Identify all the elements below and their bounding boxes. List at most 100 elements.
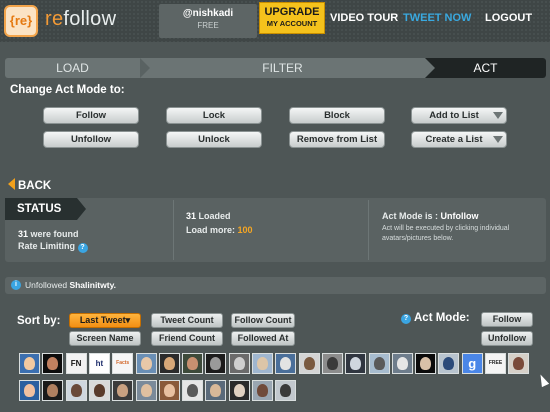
- found-count: 31 were found: [18, 229, 79, 239]
- logo-wordmark[interactable]: refollow: [45, 8, 116, 31]
- video-tour-link[interactable]: VIDEO TOUR: [330, 12, 398, 24]
- avatar-face: [303, 357, 315, 370]
- avatar[interactable]: [368, 353, 390, 374]
- remove-from-list-button[interactable]: Remove from List: [289, 131, 385, 148]
- avatar[interactable]: FN: [65, 353, 87, 374]
- tab-filter[interactable]: FILTER: [150, 58, 415, 78]
- avatar[interactable]: [182, 380, 204, 401]
- avatar[interactable]: [158, 353, 180, 374]
- tab-act[interactable]: ACT: [425, 58, 546, 78]
- chevron-down-icon: [493, 136, 503, 143]
- avatar-face: [187, 357, 199, 370]
- avatar[interactable]: [228, 353, 250, 374]
- avatar[interactable]: [275, 353, 297, 374]
- avatar-face: [257, 384, 268, 397]
- tweet-now-link[interactable]: TWEET NOW: [403, 12, 471, 24]
- avatar-face: [513, 357, 525, 370]
- follow-button[interactable]: Follow: [43, 107, 139, 124]
- avatar[interactable]: [228, 380, 250, 401]
- logo-icon: {re}: [4, 5, 38, 37]
- avatar[interactable]: [252, 353, 273, 374]
- avatar[interactable]: [508, 353, 530, 374]
- avatar-face: [93, 384, 105, 397]
- avatar[interactable]: [19, 380, 40, 401]
- sort-tweet-count-button[interactable]: Tweet Count: [151, 313, 223, 328]
- avatar-face: [443, 357, 455, 370]
- avatar[interactable]: [321, 353, 343, 374]
- avatar[interactable]: [182, 353, 204, 374]
- help-icon[interactable]: ?: [77, 243, 88, 253]
- act-mode-unfollow-button[interactable]: Unfollow: [481, 331, 533, 346]
- lock-button[interactable]: Lock: [166, 107, 262, 124]
- avatar[interactable]: [19, 353, 40, 374]
- avatar-face: [117, 384, 129, 397]
- avatar[interactable]: [205, 353, 227, 374]
- sort-follow-count-button[interactable]: Follow Count: [231, 313, 295, 328]
- avatar[interactable]: [438, 353, 460, 374]
- avatar[interactable]: [135, 380, 157, 401]
- help-icon[interactable]: ?: [401, 314, 411, 324]
- avatar[interactable]: [42, 353, 64, 374]
- mouse-cursor-icon: [536, 372, 550, 388]
- avatar-face: [210, 357, 222, 370]
- avatar[interactable]: [112, 380, 134, 401]
- upgrade-account-button[interactable]: UPGRADE MY ACCOUNT: [259, 2, 325, 34]
- avatar-face: [24, 384, 35, 397]
- act-mode-title: Change Act Mode to:: [10, 84, 125, 96]
- avatar-face: [280, 357, 292, 370]
- avatar-face: [420, 357, 432, 370]
- avatar[interactable]: [205, 380, 227, 401]
- sort-screen-name-button[interactable]: Screen Name: [69, 331, 141, 346]
- load-more[interactable]: Load more: 100: [186, 225, 253, 235]
- sort-friend-count-button[interactable]: Friend Count: [151, 331, 223, 346]
- act-mode-follow-button[interactable]: Follow: [481, 312, 533, 327]
- avatar-face: [140, 357, 152, 370]
- avatar-face: [187, 384, 199, 397]
- avatar-row-1: FN ht Facts g FREE: [19, 353, 532, 374]
- back-button[interactable]: BACK: [8, 178, 51, 192]
- avatar[interactable]: [158, 380, 180, 401]
- account-box[interactable]: @nishkadi FREE: [159, 4, 257, 38]
- avatar[interactable]: [88, 380, 110, 401]
- avatar[interactable]: [415, 353, 437, 374]
- rate-limiting[interactable]: Rate Limiting ?: [18, 241, 88, 253]
- avatar-face: [350, 357, 362, 370]
- avatar-label: ht: [95, 359, 104, 368]
- avatar[interactable]: [65, 380, 87, 401]
- message-bar: i Unfollowed Shalinitwty.: [5, 277, 546, 294]
- divider: [368, 200, 369, 260]
- step-bar: LOAD FILTER ACT: [5, 58, 546, 78]
- top-header: {re} refollow @nishkadi FREE UPGRADE MY …: [0, 0, 550, 42]
- avatar[interactable]: [298, 353, 320, 374]
- create-list-button[interactable]: Create a List: [411, 131, 507, 148]
- block-button[interactable]: Block: [289, 107, 385, 124]
- avatar[interactable]: [391, 353, 413, 374]
- add-to-list-button[interactable]: Add to List: [411, 107, 507, 124]
- unlock-button[interactable]: Unlock: [166, 131, 262, 148]
- avatar-face: [163, 357, 175, 370]
- account-plan: FREE: [197, 21, 219, 30]
- avatar[interactable]: ht: [88, 353, 110, 374]
- avatar[interactable]: g: [461, 353, 483, 374]
- act-note: Act will be executed by clicking individ…: [382, 225, 510, 242]
- avatar-label: Facts: [116, 360, 130, 366]
- avatar[interactable]: [275, 380, 297, 401]
- unfollow-button[interactable]: Unfollow: [43, 131, 139, 148]
- sort-followed-at-button[interactable]: Followed At: [231, 331, 295, 346]
- avatar[interactable]: [135, 353, 157, 374]
- avatar[interactable]: Facts: [112, 353, 134, 374]
- avatar-face: [47, 357, 59, 370]
- act-mode-status: Act Mode is : Unfollow: [382, 211, 479, 221]
- sort-last-tweet-button[interactable]: Last Tweet▾: [69, 313, 141, 328]
- avatar[interactable]: FREE: [485, 353, 506, 374]
- logout-link[interactable]: LOGOUT: [485, 12, 532, 24]
- tab-load[interactable]: LOAD: [5, 58, 140, 78]
- avatar[interactable]: [252, 380, 273, 401]
- loaded-count: 31 Loaded: [186, 211, 231, 221]
- step-separator: [140, 58, 150, 78]
- avatar-label: FREE: [488, 360, 503, 366]
- avatar[interactable]: [42, 380, 64, 401]
- avatar-face: [257, 357, 268, 370]
- avatar[interactable]: [345, 353, 367, 374]
- avatar-face: [210, 384, 222, 397]
